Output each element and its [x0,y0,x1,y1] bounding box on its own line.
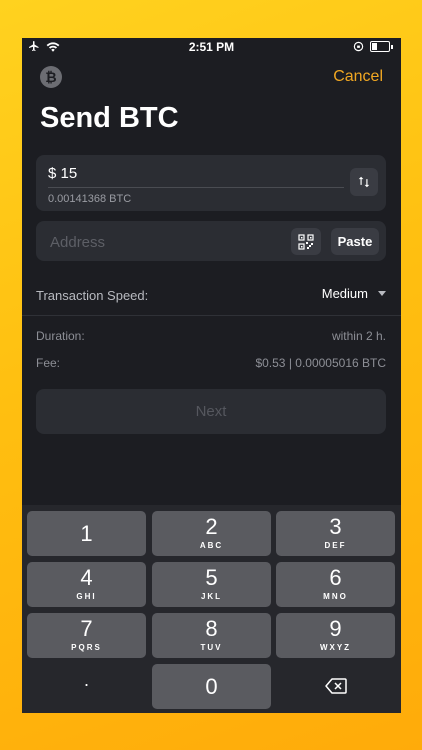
key-letters: GHI [76,592,97,601]
key-dot[interactable]: . [27,664,146,709]
bitcoin-icon: ₿ [40,66,62,88]
status-right [353,41,393,52]
speed-value: Medium [321,286,368,301]
btc-equivalent: 0.00141368 BTC [48,193,132,205]
battery-icon [370,41,390,52]
key-digit: 1 [80,521,93,546]
fee-value: $0.53 | 0.00005016 BTC [255,356,386,370]
key-digit: 3 [329,514,342,539]
status-bar: 2:51 PM [22,38,401,56]
key-digit: 2 [205,514,218,539]
numeric-keypad: 1 2 ABC 3 DEF 4 GHI 5 JKL 6 MNO 7 PQRS 8… [22,505,401,713]
key-digit: 0 [205,674,218,699]
amount-card[interactable]: $ 15 0.00141368 BTC [36,155,386,211]
status-time: 2:51 PM [188,40,235,54]
key-9[interactable]: 9 WXYZ [276,613,395,658]
paste-button[interactable]: Paste [331,228,379,255]
key-6[interactable]: 6 MNO [276,562,395,607]
key-3[interactable]: 3 DEF [276,511,395,556]
key-backspace[interactable] [276,664,395,709]
key-letters: ABC [199,541,224,550]
duration-label: Duration: [36,329,85,343]
key-letters: JKL [200,592,223,601]
transaction-speed-row: Transaction Speed: Medium [36,278,386,314]
key-letters: DEF [324,541,347,550]
cancel-button[interactable]: Cancel [333,68,383,86]
key-letters: TUV [200,643,223,652]
key-digit: 9 [329,616,342,641]
orientation-lock-icon [353,41,364,52]
battery-tip [391,44,393,49]
qr-scan-button[interactable] [291,228,321,255]
key-letters: MNO [323,592,348,601]
phone-screen: 2:51 PM ₿ Cancel Send BTC $ 15 0.0014136… [22,38,401,713]
backspace-icon [325,678,347,694]
key-digit: 5 [205,565,218,590]
fee-label: Fee: [36,356,61,370]
key-digit: 6 [329,565,342,590]
key-letters: WXYZ [319,643,352,652]
section-divider [22,315,401,316]
next-button[interactable]: Next [36,389,386,434]
key-7[interactable]: 7 PQRS [27,613,146,658]
amount-input[interactable]: $ 15 [48,165,77,182]
chevron-down-icon [378,291,386,296]
amount-underline [48,187,344,188]
address-input[interactable] [48,221,282,263]
key-5[interactable]: 5 JKL [152,562,271,607]
qr-code-icon [298,233,314,250]
key-digit: 4 [80,565,93,590]
key-digit: . [83,670,89,690]
speed-label: Transaction Speed: [36,288,149,303]
duration-value: within 2 h. [331,329,386,343]
key-1[interactable]: 1 [27,511,146,556]
key-digit: 7 [80,616,93,641]
key-2[interactable]: 2 ABC [152,511,271,556]
key-4[interactable]: 4 GHI [27,562,146,607]
swap-arrows-icon [358,176,370,188]
speed-dropdown[interactable]: Medium [322,286,386,301]
swap-currency-button[interactable] [350,168,378,196]
address-card: Paste [36,221,386,263]
key-digit: 8 [205,616,218,641]
key-letters: PQRS [71,643,102,652]
key-0[interactable]: 0 [152,664,271,709]
page-title: Send BTC [40,102,179,134]
key-8[interactable]: 8 TUV [152,613,271,658]
